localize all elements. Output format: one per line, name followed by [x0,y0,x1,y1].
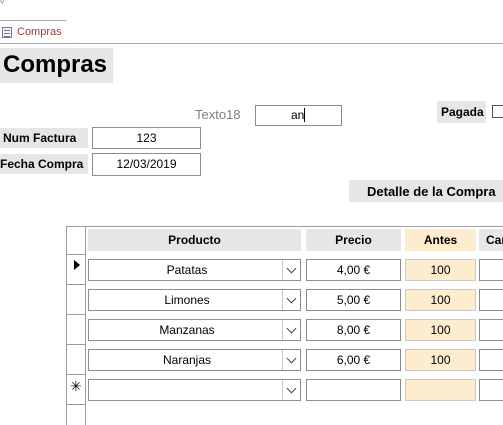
record-selector-row-1[interactable] [67,255,86,284]
dropdown-button[interactable] [282,320,300,340]
record-selector-row-3[interactable] [67,315,86,344]
pagada-label: Pagada [437,101,486,123]
antes-field-new[interactable] [405,379,476,401]
record-selector-divider [66,374,86,375]
cantidad-field-new[interactable] [479,379,503,401]
texto18-label: Texto18 [195,107,241,122]
tab-compras-label: Compras [17,26,62,38]
fecha-compra-field[interactable]: 12/03/2019 [92,153,201,176]
chevron-down-icon [286,353,297,364]
chevron-down-icon [286,383,297,394]
antes-field[interactable]: 100 [405,289,476,311]
column-header-producto: Producto [88,229,301,251]
menu-marker-icon: ▿ [0,0,5,7]
antes-field[interactable]: 100 [405,349,476,371]
pagada-checkbox[interactable] [492,105,503,118]
new-record-asterisk-icon[interactable]: ✳ [70,379,82,395]
producto-value: Manzanas [159,323,215,337]
producto-combo[interactable]: Manzanas [88,319,301,341]
producto-combo[interactable]: Patatas [88,259,301,281]
tab-strip-divider [0,43,503,44]
num-factura-label: Num Factura [0,128,88,148]
producto-combo[interactable]: Limones [88,289,301,311]
antes-field[interactable]: 100 [405,319,476,341]
antes-field[interactable]: 100 [405,259,476,281]
form-icon [2,27,12,38]
column-header-precio: Precio [306,229,401,251]
num-factura-field[interactable]: 123 [92,127,201,149]
dropdown-button[interactable] [282,290,300,310]
dropdown-button[interactable] [282,260,300,280]
detalle-compra-label: Detalle de la Compra [349,180,503,202]
chevron-down-icon [286,323,297,334]
column-header-cantidad: Can [479,229,503,251]
producto-combo[interactable]: Naranjas [88,349,301,371]
form-title: Compras [3,51,108,78]
precio-field[interactable]: 4,00 € [306,259,401,281]
cantidad-field[interactable] [479,289,503,311]
record-selector-row-2[interactable] [67,285,86,314]
fecha-compra-label: Fecha Compra [0,154,88,174]
producto-value: Patatas [166,263,208,277]
producto-combo-new[interactable] [88,379,301,401]
record-selector-row-4[interactable] [67,345,86,374]
producto-value: Limones [164,293,210,307]
chevron-down-icon [286,293,297,304]
texto18-input[interactable]: an [255,105,342,126]
precio-field[interactable]: 8,00 € [306,319,401,341]
cantidad-field[interactable] [479,349,503,371]
text-cursor [304,108,305,122]
cantidad-field[interactable] [479,259,503,281]
dropdown-button[interactable] [282,350,300,370]
precio-field-new[interactable] [306,379,401,401]
chevron-down-icon [286,263,297,274]
precio-field[interactable]: 6,00 € [306,349,401,371]
precio-field[interactable]: 5,00 € [306,289,401,311]
dropdown-button[interactable] [282,380,300,400]
cantidad-field[interactable] [479,319,503,341]
producto-value [89,380,285,400]
producto-value: Naranjas [162,353,212,367]
record-selector-divider [66,404,86,405]
column-header-antes: Antes [405,229,476,251]
